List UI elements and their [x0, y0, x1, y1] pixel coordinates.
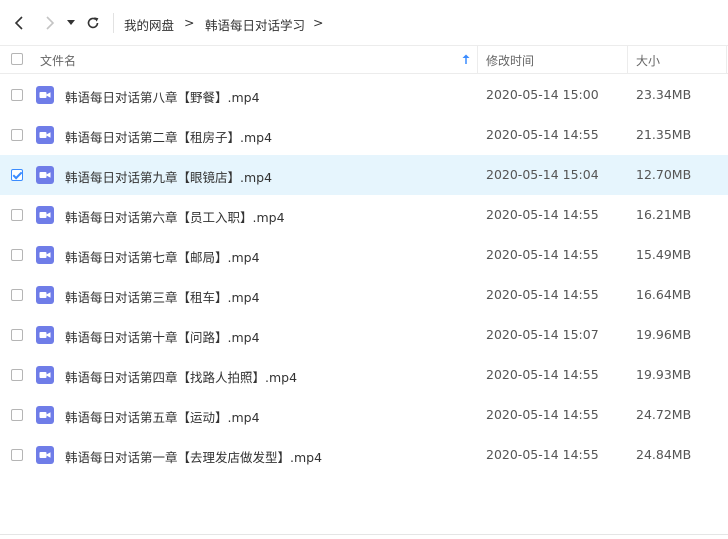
file-row[interactable]: 韩语每日对话第二章【租房子】.mp4 2020-05-14 14:55 21.3… — [0, 115, 728, 155]
video-file-icon — [36, 206, 54, 224]
breadcrumb-separator: > — [184, 15, 195, 30]
file-name: 韩语每日对话第五章【运动】.mp4 — [65, 410, 260, 425]
file-size: 23.34MB — [636, 87, 692, 102]
column-divider[interactable] — [726, 46, 727, 74]
caret-down-icon — [67, 20, 75, 25]
row-checkbox[interactable] — [11, 129, 23, 141]
file-row[interactable]: 韩语每日对话第六章【员工入职】.mp4 2020-05-14 14:55 16.… — [0, 195, 728, 235]
file-size: 24.72MB — [636, 407, 692, 422]
column-divider[interactable] — [627, 46, 628, 74]
video-file-icon — [36, 126, 54, 144]
file-size: 16.21MB — [636, 207, 692, 222]
file-size: 16.64MB — [636, 287, 692, 302]
arrow-right-icon — [46, 16, 55, 30]
breadcrumb-item-my-drive[interactable]: 我的网盘 — [124, 15, 174, 34]
history-dropdown-button[interactable] — [62, 12, 80, 34]
file-name: 韩语每日对话第九章【眼镜店】.mp4 — [65, 170, 273, 185]
file-list-header: 文件名 修改时间 大小 — [0, 46, 728, 74]
forward-button[interactable] — [38, 12, 60, 34]
row-checkbox[interactable] — [11, 289, 23, 301]
row-checkbox[interactable] — [11, 209, 23, 221]
sort-ascending-arrow-icon[interactable] — [462, 54, 470, 65]
breadcrumb-item-current-folder[interactable]: 韩语每日对话学习 — [205, 15, 305, 34]
refresh-button[interactable] — [82, 12, 104, 34]
column-header-name[interactable]: 文件名 — [40, 52, 76, 69]
video-file-icon — [36, 326, 54, 344]
video-file-icon — [36, 406, 54, 424]
file-modified-time: 2020-05-14 14:55 — [486, 207, 599, 222]
row-checkbox[interactable] — [11, 409, 23, 421]
file-modified-time: 2020-05-14 14:55 — [486, 367, 599, 382]
file-row[interactable]: 韩语每日对话第三章【租车】.mp4 2020-05-14 14:55 16.64… — [0, 275, 728, 315]
toolbar: 我的网盘 > 韩语每日对话学习 > — [0, 0, 728, 46]
file-modified-time: 2020-05-14 14:55 — [486, 407, 599, 422]
file-name: 韩语每日对话第四章【找路人拍照】.mp4 — [65, 370, 298, 385]
file-name: 韩语每日对话第一章【去理发店做发型】.mp4 — [65, 450, 323, 465]
video-file-icon — [36, 246, 54, 264]
file-size: 19.93MB — [636, 367, 692, 382]
file-size: 21.35MB — [636, 127, 692, 142]
video-file-icon — [36, 286, 54, 304]
row-checkbox[interactable] — [11, 249, 23, 261]
file-row[interactable]: 韩语每日对话第七章【邮局】.mp4 2020-05-14 14:55 15.49… — [0, 235, 728, 275]
row-checkbox[interactable] — [11, 329, 23, 341]
file-name: 韩语每日对话第二章【租房子】.mp4 — [65, 130, 273, 145]
file-row[interactable]: 韩语每日对话第五章【运动】.mp4 2020-05-14 14:55 24.72… — [0, 395, 728, 435]
file-row[interactable]: 韩语每日对话第十章【问路】.mp4 2020-05-14 15:07 19.96… — [0, 315, 728, 355]
file-modified-time: 2020-05-14 15:04 — [486, 167, 599, 182]
back-button[interactable] — [9, 12, 31, 34]
file-modified-time: 2020-05-14 14:55 — [486, 127, 599, 142]
list-bottom-border — [0, 534, 728, 535]
row-checkbox[interactable] — [11, 169, 23, 181]
column-header-size[interactable]: 大小 — [636, 52, 660, 69]
arrow-left-icon — [14, 16, 23, 30]
column-header-modified[interactable]: 修改时间 — [486, 52, 534, 69]
video-file-icon — [36, 446, 54, 464]
file-modified-time: 2020-05-14 14:55 — [486, 247, 599, 262]
row-checkbox[interactable] — [11, 89, 23, 101]
video-file-icon — [36, 166, 54, 184]
file-row[interactable]: 韩语每日对话第四章【找路人拍照】.mp4 2020-05-14 14:55 19… — [0, 355, 728, 395]
file-size: 12.70MB — [636, 167, 692, 182]
video-file-icon — [36, 86, 54, 104]
refresh-icon — [87, 17, 99, 29]
row-checkbox[interactable] — [11, 369, 23, 381]
file-modified-time: 2020-05-14 15:07 — [486, 327, 599, 342]
file-size: 24.84MB — [636, 447, 692, 462]
file-name: 韩语每日对话第十章【问路】.mp4 — [65, 330, 260, 345]
file-name: 韩语每日对话第七章【邮局】.mp4 — [65, 250, 260, 265]
select-all-checkbox[interactable] — [11, 53, 23, 65]
row-checkbox[interactable] — [11, 449, 23, 461]
file-name: 韩语每日对话第三章【租车】.mp4 — [65, 290, 260, 305]
file-name: 韩语每日对话第六章【员工入职】.mp4 — [65, 210, 285, 225]
toolbar-divider — [113, 13, 114, 33]
file-row[interactable]: 韩语每日对话第一章【去理发店做发型】.mp4 2020-05-14 14:55 … — [0, 435, 728, 475]
file-modified-time: 2020-05-14 14:55 — [486, 287, 599, 302]
file-size: 19.96MB — [636, 327, 692, 342]
column-divider[interactable] — [477, 46, 478, 74]
breadcrumb-separator: > — [313, 15, 324, 30]
file-size: 15.49MB — [636, 247, 692, 262]
video-file-icon — [36, 366, 54, 384]
file-modified-time: 2020-05-14 14:55 — [486, 447, 599, 462]
file-row[interactable]: 韩语每日对话第八章【野餐】.mp4 2020-05-14 15:00 23.34… — [0, 75, 728, 115]
file-name: 韩语每日对话第八章【野餐】.mp4 — [65, 90, 260, 105]
file-row[interactable]: 韩语每日对话第九章【眼镜店】.mp4 2020-05-14 15:04 12.7… — [0, 155, 728, 195]
file-modified-time: 2020-05-14 15:00 — [486, 87, 599, 102]
